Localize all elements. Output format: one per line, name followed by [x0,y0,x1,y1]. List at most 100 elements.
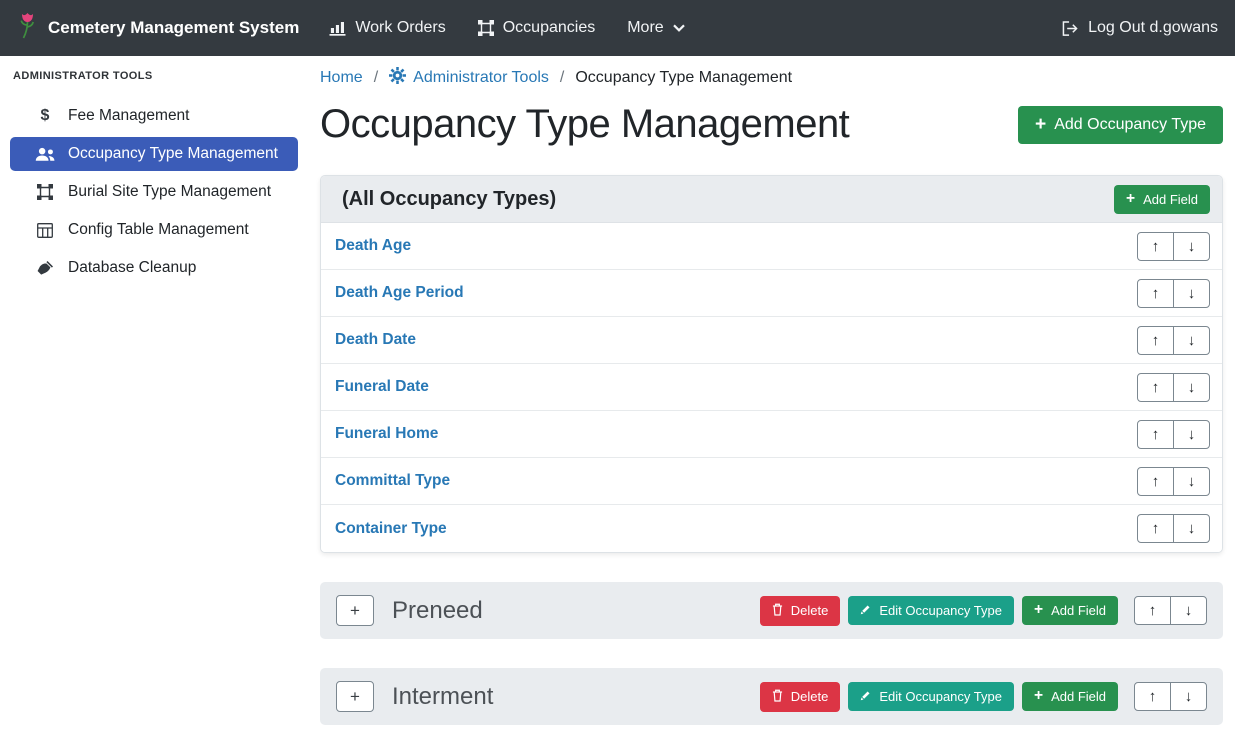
delete-button[interactable]: Delete [760,682,841,712]
sidebar: Administrator Tools $ Fee Management Occ… [0,56,308,738]
add-field-button[interactable]: + Add Field [1114,185,1210,214]
flower-logo-icon [17,12,38,44]
dollar-icon: $ [35,107,55,125]
move-down-button[interactable]: ↓ [1173,420,1210,449]
field-link[interactable]: Container Type [335,520,447,538]
add-field-button[interactable]: + Add Field [1022,682,1118,711]
pencil-icon [860,603,871,618]
occupancy-type-section-interment: + Interment Delete Edit Occupancy Type [320,668,1223,725]
move-up-button[interactable]: ↑ [1137,232,1174,261]
sidebar-item-label: Burial Site Type Management [68,183,271,201]
logout-icon [1061,21,1079,36]
delete-button[interactable]: Delete [760,596,841,626]
field-row: Death Age ↑ ↓ [321,223,1222,270]
edit-occupancy-type-button[interactable]: Edit Occupancy Type [848,682,1014,711]
title-row: Occupancy Type Management + Add Occupanc… [320,102,1223,147]
add-occupancy-type-label: Add Occupancy Type [1054,116,1206,134]
edit-occupancy-type-label: Edit Occupancy Type [879,689,1002,704]
move-up-button[interactable]: ↑ [1137,326,1174,355]
navbar-links: Work Orders Occupancies More [329,19,684,37]
reorder-controls: ↑ ↓ [1134,596,1207,625]
move-down-button[interactable]: ↓ [1170,682,1207,711]
breadcrumb-admin-tools[interactable]: Administrator Tools [389,67,549,89]
move-up-button[interactable]: ↑ [1134,682,1171,711]
sidebar-item-database-cleanup[interactable]: Database Cleanup [10,251,298,285]
move-down-button[interactable]: ↓ [1173,467,1210,496]
pencil-icon [860,689,871,704]
add-field-label: Add Field [1143,192,1198,207]
add-field-label: Add Field [1051,603,1106,618]
field-link[interactable]: Death Age Period [335,284,464,302]
reorder-controls: ↑ ↓ [1137,326,1210,355]
reorder-controls: ↑ ↓ [1137,420,1210,449]
all-occupancy-types-card: (All Occupancy Types) + Add Field Death … [320,175,1223,553]
breadcrumb-current: Occupancy Type Management [575,69,792,87]
broom-icon [35,260,55,276]
logout-link[interactable]: Log Out d.gowans [1061,19,1218,37]
move-up-button[interactable]: ↑ [1137,467,1174,496]
move-up-button[interactable]: ↑ [1134,596,1171,625]
app-title: Cemetery Management System [48,18,299,38]
field-link[interactable]: Death Date [335,331,416,349]
sidebar-item-fee-management[interactable]: $ Fee Management [10,99,298,133]
nav-work-orders-label: Work Orders [355,19,445,37]
sidebar-heading: Administrator Tools [0,56,308,95]
move-up-button[interactable]: ↑ [1137,279,1174,308]
trash-icon [772,603,783,619]
field-link[interactable]: Committal Type [335,472,450,490]
trash-icon [772,689,783,705]
breadcrumb-separator: / [560,69,564,87]
delete-label: Delete [791,603,829,618]
add-occupancy-type-button[interactable]: + Add Occupancy Type [1018,106,1223,144]
chevron-down-icon [673,24,685,32]
field-row: Funeral Date ↑ ↓ [321,364,1222,411]
nav-work-orders[interactable]: Work Orders [329,19,445,37]
expand-button[interactable]: + [336,681,374,712]
sidebar-item-occupancy-type-management[interactable]: Occupancy Type Management [10,137,298,171]
move-down-button[interactable]: ↓ [1173,373,1210,402]
app-brand[interactable]: Cemetery Management System [17,12,299,44]
add-field-button[interactable]: + Add Field [1022,596,1118,625]
reorder-controls: ↑ ↓ [1137,373,1210,402]
reorder-controls: ↑ ↓ [1137,514,1210,543]
occupancy-type-title: Interment [392,683,493,711]
move-down-button[interactable]: ↓ [1173,326,1210,355]
table-icon [35,223,55,238]
move-up-button[interactable]: ↑ [1137,514,1174,543]
sidebar-item-burial-site-type-management[interactable]: Burial Site Type Management [10,175,298,209]
section-actions: Delete Edit Occupancy Type + Add Field ↑… [760,682,1207,712]
reorder-controls: ↑ ↓ [1137,279,1210,308]
sidebar-item-label: Config Table Management [68,221,249,239]
move-down-button[interactable]: ↓ [1170,596,1207,625]
frame-icon [35,184,55,200]
move-down-button[interactable]: ↓ [1173,514,1210,543]
sidebar-item-label: Database Cleanup [68,259,196,277]
field-link[interactable]: Funeral Date [335,378,429,396]
card-title: (All Occupancy Types) [342,188,556,211]
occupancy-type-section-preneed: + Preneed Delete Edit Occupancy Type [320,582,1223,639]
field-row: Container Type ↑ ↓ [321,505,1222,552]
expand-button[interactable]: + [336,595,374,626]
main-content: Home / Administrator Tools / Occupancy T… [320,56,1223,725]
breadcrumb: Home / Administrator Tools / Occupancy T… [320,56,1223,89]
breadcrumb-home[interactable]: Home [320,69,363,87]
move-up-button[interactable]: ↑ [1137,373,1174,402]
sidebar-item-label: Fee Management [68,107,190,125]
occupancies-icon [478,20,494,36]
move-down-button[interactable]: ↓ [1173,279,1210,308]
nav-occupancies[interactable]: Occupancies [478,19,596,37]
field-row: Funeral Home ↑ ↓ [321,411,1222,458]
work-orders-icon [329,21,346,36]
plus-icon: + [1035,116,1046,133]
field-link[interactable]: Funeral Home [335,425,438,443]
section-actions: Delete Edit Occupancy Type + Add Field ↑… [760,596,1207,626]
move-up-button[interactable]: ↑ [1137,420,1174,449]
move-down-button[interactable]: ↓ [1173,232,1210,261]
plus-icon: + [1126,192,1135,206]
field-link[interactable]: Death Age [335,237,411,255]
occupancy-type-title: Preneed [392,597,483,625]
nav-more[interactable]: More [627,19,684,37]
edit-occupancy-type-label: Edit Occupancy Type [879,603,1002,618]
edit-occupancy-type-button[interactable]: Edit Occupancy Type [848,596,1014,625]
sidebar-item-config-table-management[interactable]: Config Table Management [10,213,298,247]
